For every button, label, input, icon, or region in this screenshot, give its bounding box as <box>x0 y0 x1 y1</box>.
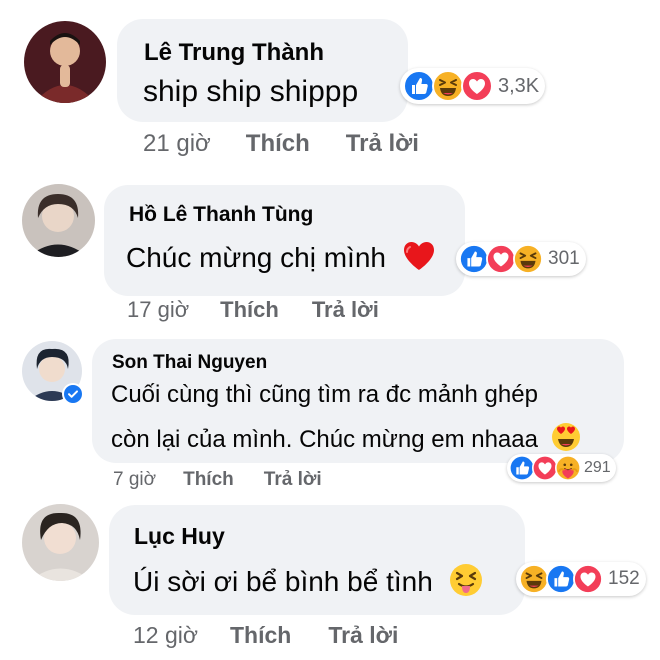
comment-author[interactable]: Son Thai Nguyen <box>112 352 267 374</box>
like-icon <box>546 564 576 594</box>
reply-action[interactable]: Trả lời <box>328 622 398 649</box>
comment-time[interactable]: 17 giờ <box>127 297 189 323</box>
reaction-summary[interactable]: 301 <box>456 242 586 276</box>
like-action[interactable]: Thích <box>246 130 310 158</box>
like-icon <box>403 70 435 102</box>
like-action[interactable]: Thích <box>183 469 234 491</box>
comment-text-line: còn lại của mình. Chúc mừng em nhaaa <box>111 422 581 459</box>
reaction-summary[interactable]: 3,3K <box>400 68 546 104</box>
comment-text-line: Cuối cùng thì cũng tìm ra đc mảnh ghép <box>111 381 538 408</box>
comment-item: Lục Huy Úi sời ơi bể bình bể tình 152 12… <box>0 500 660 660</box>
haha-icon <box>513 244 543 274</box>
love-icon <box>573 564 603 594</box>
reaction-summary[interactable]: 291 <box>507 454 616 482</box>
comment-bubble: Lê Trung Thành ship ship shippp <box>117 19 408 122</box>
avatar[interactable] <box>24 21 106 103</box>
haha-icon <box>519 564 549 594</box>
red-heart-emoji <box>402 239 436 280</box>
avatar[interactable] <box>22 504 99 581</box>
comment-meta: 12 giờ Thích Trả lời <box>133 622 398 649</box>
verified-check-icon <box>64 385 82 403</box>
comment-time[interactable]: 12 giờ <box>133 622 198 649</box>
comment-bubble: Hồ Lê Thanh Tùng Chúc mừng chị mình <box>104 185 465 296</box>
care-icon <box>555 455 581 481</box>
like-action[interactable]: Thích <box>230 622 291 649</box>
comment-text-content: còn lại của mình. Chúc mừng em nhaaa <box>111 425 538 453</box>
reaction-count: 152 <box>608 568 640 589</box>
love-icon <box>461 70 493 102</box>
comment-author[interactable]: Lục Huy <box>134 523 225 550</box>
comment-item: Son Thai Nguyen Cuối cùng thì cũng tìm r… <box>0 335 660 500</box>
comment-meta: 7 giờ Thích Trả lời <box>113 469 322 491</box>
comment-item: Lê Trung Thành ship ship shippp 3,3K 21 … <box>0 0 660 170</box>
avatar[interactable] <box>22 184 95 257</box>
reply-action[interactable]: Trả lời <box>346 130 419 158</box>
comment-time[interactable]: 21 giờ <box>143 130 211 158</box>
comment-text-content: Chúc mừng chị mình <box>126 241 386 273</box>
comment-meta: 21 giờ Thích Trả lời <box>143 130 419 158</box>
like-action[interactable]: Thích <box>220 297 279 323</box>
reply-action[interactable]: Trả lời <box>264 469 322 491</box>
comment-item: Hồ Lê Thanh Tùng Chúc mừng chị mình 301 … <box>0 170 660 335</box>
comment-bubble: Son Thai Nguyen Cuối cùng thì cũng tìm r… <box>92 339 624 463</box>
squinting-tongue-emoji <box>449 563 483 604</box>
comment-text: ship ship shippp <box>143 75 359 108</box>
like-icon <box>459 244 489 274</box>
reply-action[interactable]: Trả lời <box>312 297 379 323</box>
comment-text: Úi sời ơi bể bình bể tình <box>133 563 483 604</box>
reaction-count: 291 <box>584 459 611 476</box>
comment-author[interactable]: Lê Trung Thành <box>144 39 324 67</box>
comment-bubble: Lục Huy Úi sời ơi bể bình bể tình <box>109 505 525 615</box>
verified-badge <box>62 383 84 405</box>
reaction-summary[interactable]: 152 <box>516 562 646 596</box>
comment-text-content: Úi sời ơi bể bình bể tình <box>133 565 433 597</box>
haha-icon <box>432 70 464 102</box>
comment-meta: 17 giờ Thích Trả lời <box>127 297 379 323</box>
reaction-count: 3,3K <box>498 74 540 97</box>
comment-text: Chúc mừng chị mình <box>126 239 436 280</box>
comment-author[interactable]: Hồ Lê Thanh Tùng <box>129 203 313 227</box>
comment-time[interactable]: 7 giờ <box>113 469 156 491</box>
reaction-count: 301 <box>548 248 580 269</box>
love-icon <box>486 244 516 274</box>
